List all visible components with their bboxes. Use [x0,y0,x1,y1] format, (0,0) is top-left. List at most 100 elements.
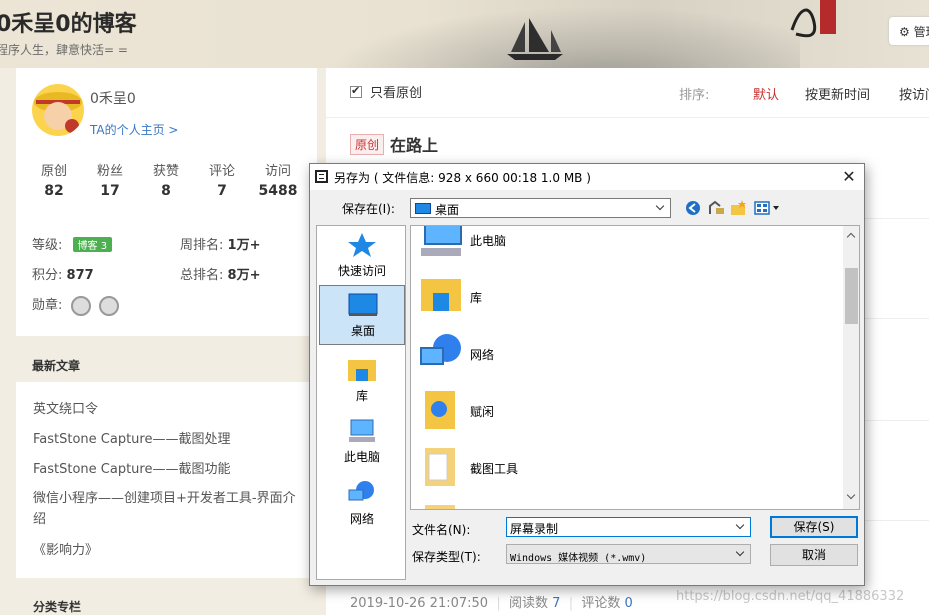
latest-article-link[interactable]: FastStone Capture——截图功能 [33,459,303,480]
up-folder-icon[interactable] [708,200,726,216]
place-this-pc[interactable]: 此电脑 [319,412,405,472]
blog-header: 0禾呈0的博客 程序人生，肆意快活= = ⚙ 管理 [0,0,929,68]
only-original-checkbox[interactable]: 只看原创 [350,82,422,101]
avatar[interactable] [32,84,84,136]
manage-button[interactable]: ⚙ 管理 [889,17,929,45]
stat-value: 17 [100,183,120,199]
avatar-image-icon [34,92,82,133]
article-date: 2019-10-26 21:07:50 [350,596,489,611]
place-label: 库 [355,389,368,403]
save-button[interactable]: 保存(S) [770,516,858,538]
checkbox-checked-icon [350,84,362,98]
scroll-thumb[interactable] [845,268,858,324]
place-quick-access[interactable]: 快速访问 [319,226,405,286]
points-label: 积分: [32,268,63,283]
watermark: https://blog.csdn.net/qq_41886332 [676,589,905,604]
scroll-down-icon[interactable] [846,490,856,500]
blog-subtitle: 程序人生，肆意快活= = [0,43,128,57]
stat-fans[interactable]: 粉丝 17 [82,160,138,199]
place-library[interactable]: 库 [319,351,405,411]
medal-icon[interactable] [98,295,119,316]
dialog-titlebar[interactable]: 另存为 ( 文件信息: 928 x 660 00:18 1.0 MB ) ✕ [310,164,864,190]
file-item[interactable]: 库 [416,271,816,321]
calligraphy-seal-icon [790,0,836,38]
stat-label: 获赞 [152,164,179,179]
stat-label: 粉丝 [96,164,123,179]
chevron-down-icon[interactable] [735,520,745,530]
file-item[interactable]: 截图工具 [416,442,816,492]
level-badge[interactable]: 博客 3 [72,237,113,252]
folder-icon [425,505,455,509]
latest-article-link[interactable]: FastStone Capture——截图处理 [33,429,303,450]
place-label: 桌面 [350,324,375,338]
profile-stats: 原创 82 粉丝 17 获赞 8 评论 7 访问 5488 [16,160,317,199]
article-title[interactable]: 原创 在路上 [350,132,438,156]
medals-label: 勋章: [32,298,63,313]
stat-label: 访问 [264,164,291,179]
file-item[interactable]: 赋闲 [416,385,816,435]
username[interactable]: 0禾呈0 [90,88,136,108]
latest-article-link[interactable]: 微信小程序——创建项目+开发者工具-界面介绍 [33,488,303,530]
stat-original[interactable]: 原创 82 [26,160,82,199]
film-icon [315,170,328,183]
categories-heading: 分类专栏 [33,600,82,614]
stat-value: 82 [44,183,64,199]
cancel-button[interactable]: 取消 [770,544,858,566]
scroll-up-icon[interactable] [846,232,856,242]
close-icon[interactable]: ✕ [836,166,862,188]
save-as-dialog: 另存为 ( 文件信息: 928 x 660 00:18 1.0 MB ) ✕ 保… [309,163,865,586]
place-network[interactable]: 网络 [319,474,405,534]
weekly-rank-value: 1万+ [227,238,261,253]
latest-article-link[interactable]: 英文绕口令 [33,399,303,420]
stat-value: 5488 [258,183,298,199]
latest-articles-heading: 最新文章 [32,359,81,373]
medal-icon[interactable] [70,295,91,316]
sort-by-update[interactable]: 按更新时间 [805,84,870,103]
new-folder-icon[interactable] [730,200,748,216]
original-tag: 原创 [350,134,385,155]
save-in-dropdown[interactable]: 桌面 [410,198,671,218]
latest-articles-header: 最新文章 [16,346,317,382]
place-desktop[interactable]: 桌面 [319,285,405,345]
view-menu-icon[interactable] [754,200,782,216]
article-meta: 2019-10-26 21:07:50 | 阅读数 7 | 评论数 0 [350,596,633,611]
sort-default[interactable]: 默认 [753,84,779,103]
latest-article-link[interactable]: 《影响力》 [33,540,303,561]
place-label: 快速访问 [337,264,386,278]
place-label: 网络 [349,512,374,526]
chevron-down-icon [735,547,745,557]
save-in-label: 保存在(I): [342,202,395,216]
stat-label: 原创 [40,164,67,179]
stat-value: 8 [161,183,171,199]
gear-icon: ⚙ [899,25,910,39]
computer-icon [349,419,375,442]
stat-comments[interactable]: 评论 7 [194,160,250,199]
blog-title: 0禾呈0的博客 [0,12,137,37]
filter-bar: 只看原创 排序: 默认 按更新时间 按访问 [326,68,929,118]
file-item[interactable]: 网络 [416,328,816,378]
reads-value: 7 [552,596,561,611]
back-icon[interactable] [684,200,702,216]
weekly-rank-label: 周排名: [180,238,224,253]
sort-by-visits[interactable]: 按访问 [899,84,929,103]
sort-label: 排序: [679,88,710,103]
filetype-select[interactable]: Windows 媒体视频 (*.wmv) [506,544,751,564]
filename-value: 屏幕录制 [510,522,559,536]
total-rank-row: 总排名: 8万+ [180,264,260,283]
stat-label: 评论 [208,164,235,179]
only-original-label: 只看原创 [370,86,423,101]
file-item[interactable] [416,499,816,509]
vertical-scrollbar[interactable] [843,226,859,509]
stat-value: 7 [217,183,227,199]
stat-visits[interactable]: 访问 5488 [250,160,306,199]
folder-icon [425,448,455,486]
filename-input[interactable]: 屏幕录制 [506,517,751,537]
desktop-icon [415,203,431,214]
filename-label: 文件名(N): [412,523,471,537]
homepage-link[interactable]: TA的个人主页 > [90,121,178,138]
stat-likes[interactable]: 获赞 8 [138,160,194,199]
sailboat-icon [507,18,563,60]
file-item[interactable]: 此电脑 [416,226,816,264]
reads-label: 阅读数 [509,596,549,611]
total-rank-label: 总排名: [180,268,224,283]
